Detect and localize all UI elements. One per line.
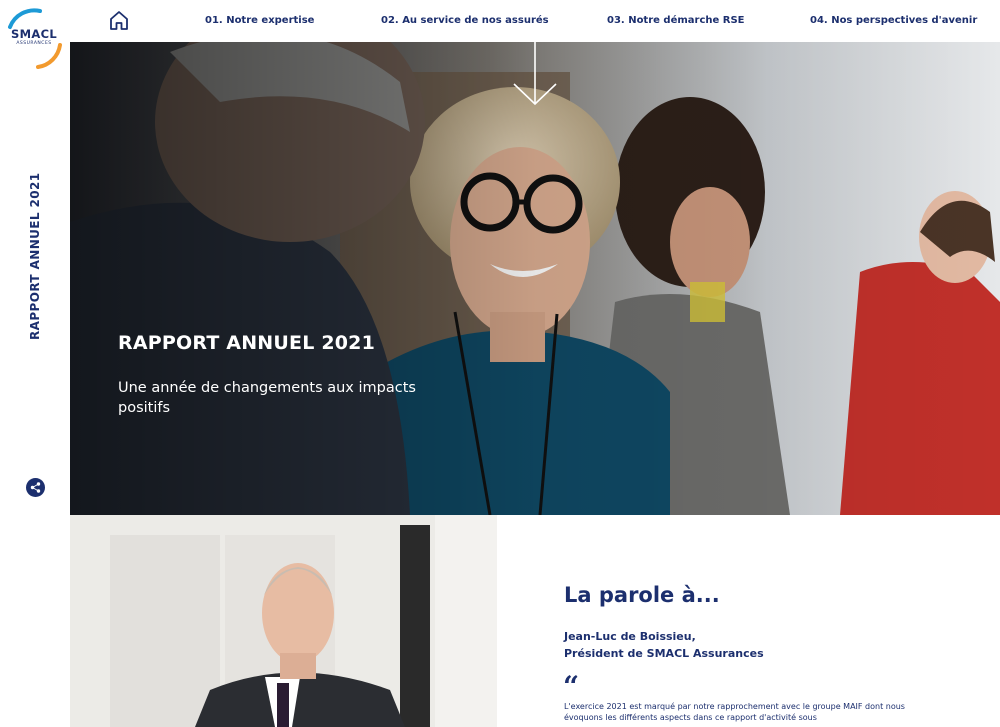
speaker-role: Président de SMACL Assurances: [564, 647, 764, 660]
left-sidebar: SMACL ASSURANCES RAPPORT ANNUEL 2021: [0, 0, 70, 727]
scroll-down-button[interactable]: [512, 42, 558, 108]
arrow-down-icon: [513, 42, 557, 106]
home-button[interactable]: [108, 9, 130, 31]
section-heading: La parole à...: [564, 583, 720, 607]
smacl-logo[interactable]: SMACL ASSURANCES: [4, 5, 68, 69]
hero-subtitle: Une année de changements aux impacts pos…: [118, 380, 416, 416]
quote-text: L'exercice 2021 est marqué par notre rap…: [564, 702, 905, 722]
hero-banner: RAPPORT ANNUEL 2021 Une année de changem…: [70, 42, 1000, 515]
quote-mark-icon: “: [563, 670, 580, 703]
president-portrait: [70, 515, 497, 727]
share-button[interactable]: [26, 478, 45, 497]
nav-item-assures[interactable]: 02. Au service de nos assurés: [381, 15, 549, 26]
logo-name: SMACL: [11, 27, 57, 41]
sidebar-report-title: RAPPORT ANNUEL 2021: [28, 172, 42, 340]
portrait-photo: [70, 515, 497, 727]
nav-item-rse[interactable]: 03. Notre démarche RSE: [607, 15, 745, 26]
share-icon: [30, 482, 41, 493]
home-icon: [110, 11, 128, 30]
top-navigation: 01. Notre expertise 02. Au service de no…: [70, 0, 1000, 42]
speaker-name: Jean-Luc de Boissieu,: [564, 630, 696, 643]
nav-item-expertise[interactable]: 01. Notre expertise: [205, 15, 314, 26]
intro-section: La parole à... Jean-Luc de Boissieu, Pré…: [497, 515, 1000, 727]
logo-subname: ASSURANCES: [16, 41, 52, 46]
hero-photo: [70, 42, 1000, 515]
hero-title: RAPPORT ANNUEL 2021: [118, 332, 376, 354]
page: SMACL ASSURANCES RAPPORT ANNUEL 2021 01.…: [0, 0, 1000, 727]
nav-item-perspectives[interactable]: 04. Nos perspectives d'avenir: [810, 15, 977, 26]
